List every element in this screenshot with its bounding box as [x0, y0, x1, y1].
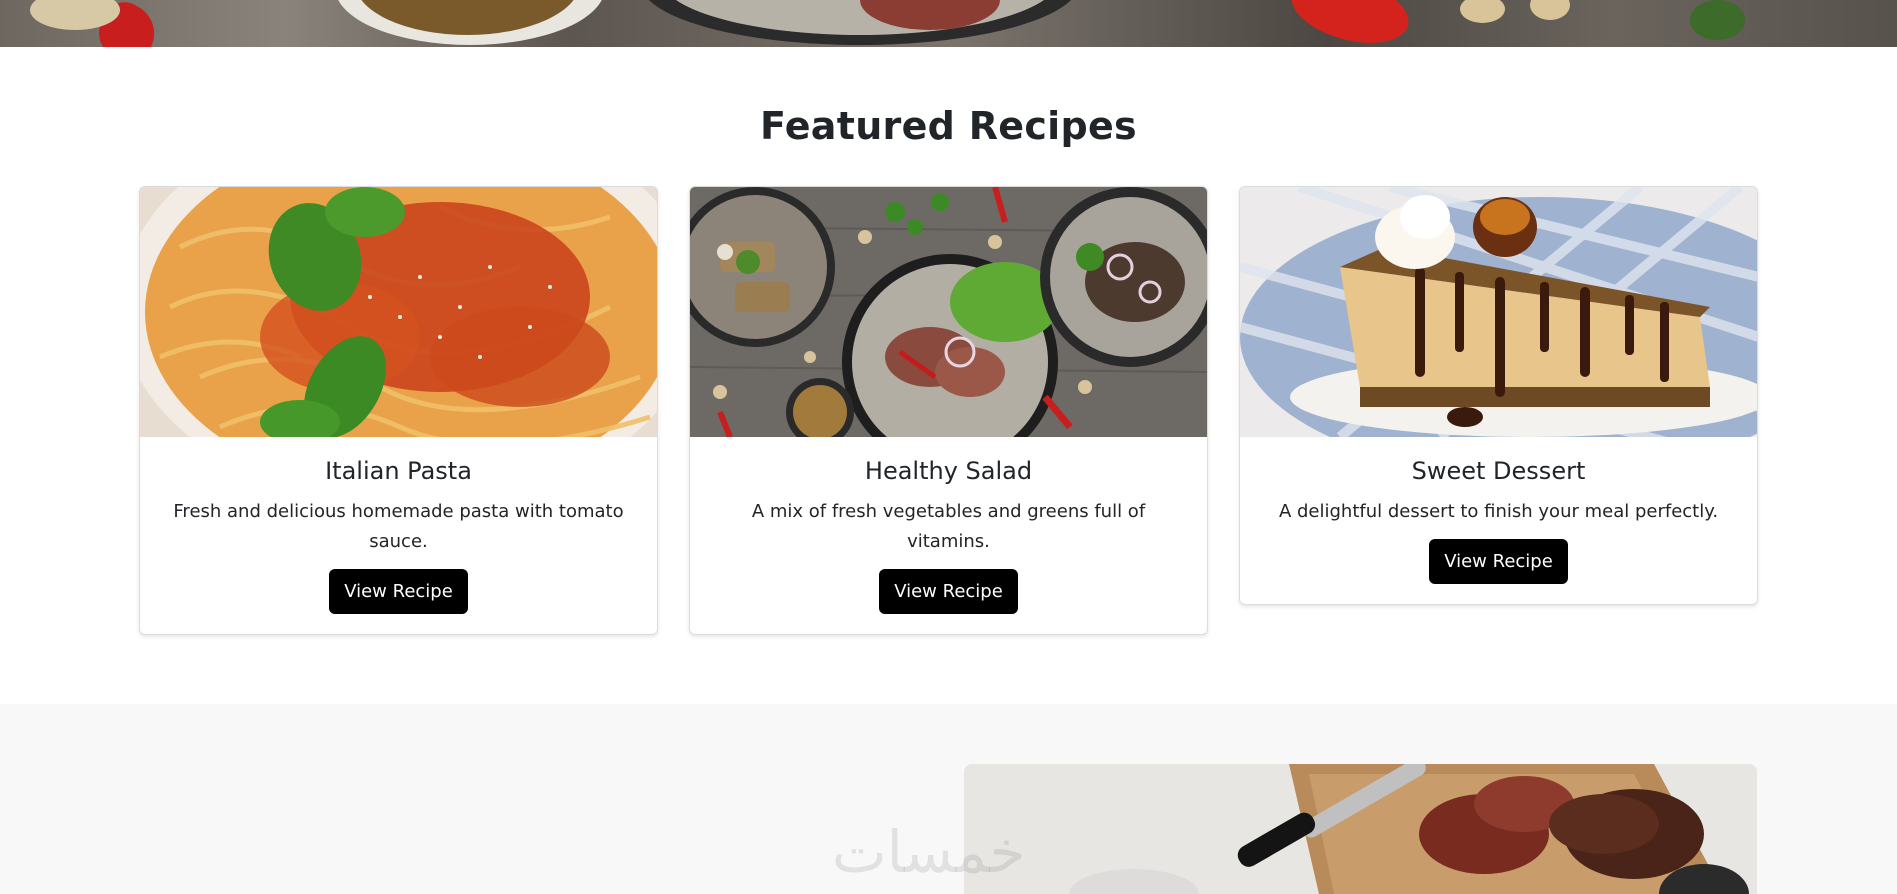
- recipe-card-sweet-dessert: Sweet Dessert A delightful dessert to fi…: [1239, 186, 1758, 605]
- pasta-image: [140, 187, 657, 437]
- card-title: Healthy Salad: [864, 457, 1033, 485]
- card-description: A mix of fresh vegetables and greens ful…: [751, 501, 1146, 552]
- card-title: Sweet Dessert: [1411, 457, 1586, 485]
- view-recipe-button[interactable]: View Recipe: [1429, 539, 1568, 584]
- card-description: A delightful dessert to finish your meal…: [1278, 501, 1719, 522]
- section-title: Featured Recipes: [760, 104, 1137, 148]
- view-recipe-button[interactable]: View Recipe: [329, 569, 468, 614]
- watermark-logo: خمسات: [832, 818, 1026, 886]
- recipe-card-healthy-salad: Healthy Salad A mix of fresh vegetables …: [689, 186, 1208, 635]
- recipe-card-italian-pasta: Italian Pasta Fresh and delicious homema…: [139, 186, 658, 635]
- card-description: Fresh and delicious homemade pasta with …: [173, 501, 624, 552]
- dessert-image: [1240, 187, 1757, 437]
- card-title: Italian Pasta: [325, 457, 472, 485]
- salad-image: [690, 187, 1207, 437]
- view-recipe-button[interactable]: View Recipe: [879, 569, 1018, 614]
- hero-image: [0, 0, 1897, 47]
- steak-image: [964, 764, 1757, 894]
